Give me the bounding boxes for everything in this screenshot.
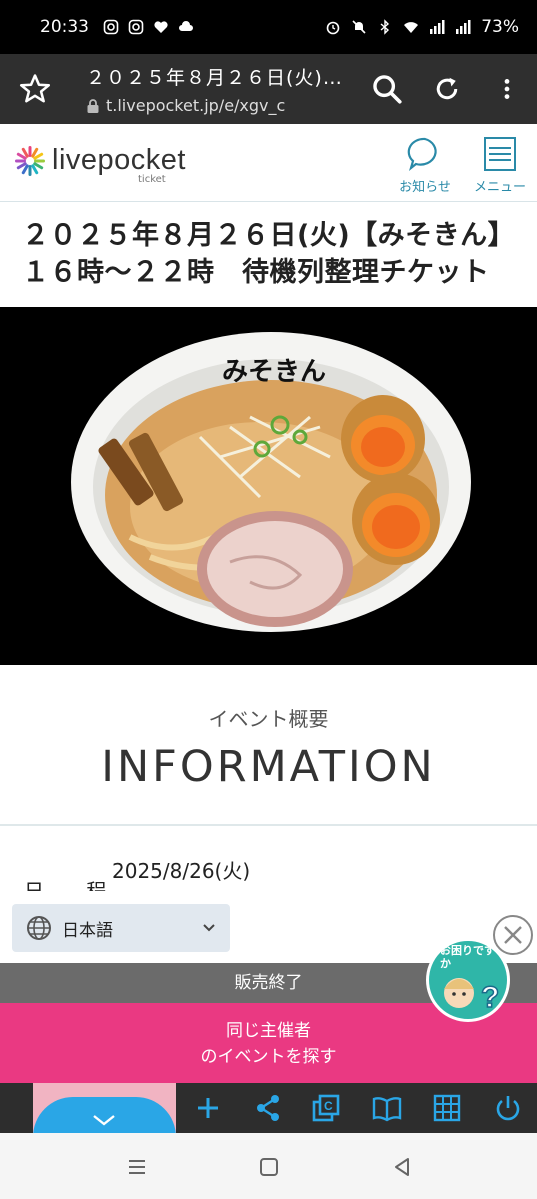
bowl-logo-text: みそきん [222, 357, 327, 387]
status-time: 20:33 [40, 17, 89, 37]
search-button-line1: 同じ主催者 [226, 1021, 311, 1041]
bluetooth-icon [380, 19, 390, 35]
book-icon[interactable] [372, 1093, 402, 1123]
chevron-down-icon [203, 924, 215, 932]
home-icon[interactable] [257, 1155, 281, 1179]
menu-button[interactable]: メニュー [468, 136, 532, 195]
status-left-icons [103, 19, 194, 35]
event-title-line1: ２０２５年８月２６日(火)【みそきん】 [22, 220, 516, 251]
help-text: お困りですか [440, 944, 495, 970]
browser-page-title[interactable]: ２０２５年８月２６日(火)… [86, 63, 356, 90]
alarm-icon [326, 21, 340, 35]
hamburger-menu-icon [484, 137, 516, 171]
recent-apps-icon[interactable] [125, 1155, 149, 1179]
copy-icon[interactable]: C [311, 1093, 341, 1123]
more-vert-icon[interactable] [494, 72, 520, 106]
svg-text:C: C [324, 1099, 333, 1113]
menu-label: メニュー [473, 180, 526, 195]
event-hero-image: みそきん [0, 307, 537, 665]
event-title-line2: １６時〜２２時 待機列整理チケット [22, 257, 490, 288]
power-icon[interactable] [493, 1093, 523, 1123]
status-bar: 20:33 73% [0, 0, 537, 54]
battery-percent: 73% [481, 17, 519, 37]
info-heading: INFORMATION [101, 742, 436, 792]
site-header: livepocket ticket お知らせ メニュー [0, 124, 537, 202]
ad-banner-thumbnail[interactable] [33, 1083, 176, 1133]
share-icon[interactable] [253, 1093, 283, 1123]
language-select[interactable]: 日本語 [12, 904, 230, 952]
instagram-icon [128, 19, 144, 35]
event-title: ２０２５年８月２６日(火)【みそきん】 １６時〜２２時 待機列整理チケット [0, 203, 537, 307]
chevron-down-icon [93, 1115, 115, 1126]
globe-icon [27, 916, 51, 940]
schedule-value: 2025/8/26(火) [112, 859, 251, 883]
instagram-icon [103, 19, 119, 35]
news-label: お知らせ [399, 180, 451, 195]
add-tab-icon[interactable] [193, 1093, 223, 1123]
url-text: t.livepocket.jp/e/xgv_c [106, 96, 286, 115]
grid-icon[interactable] [432, 1093, 462, 1123]
reload-icon[interactable] [432, 72, 462, 106]
logo-subtext: ticket [138, 174, 166, 185]
status-right-icons: 73% [325, 17, 519, 37]
signal-icon [430, 20, 445, 34]
logo-text: livepocket [52, 144, 186, 176]
information-section-heading: イベント概要 INFORMATION [0, 665, 537, 825]
url-bar[interactable]: t.livepocket.jp/e/xgv_c [86, 96, 285, 115]
system-navigation-bar [0, 1133, 537, 1199]
bookmark-star-icon[interactable] [18, 72, 52, 106]
search-button-line2: のイベントを探す [200, 1047, 337, 1067]
info-subheading: イベント概要 [208, 707, 329, 731]
speech-bubble-icon [407, 137, 437, 172]
logo-flower-icon [15, 145, 45, 176]
language-selected: 日本語 [62, 920, 113, 941]
signal-icon [456, 20, 471, 34]
wifi-icon [404, 22, 419, 33]
cloud-icon [179, 21, 193, 31]
news-button[interactable]: お知らせ [394, 136, 456, 195]
mute-icon [352, 20, 366, 34]
browser-bar: ２０２５年８月２６日(火)… t.livepocket.jp/e/xgv_c [0, 54, 537, 124]
site-logo[interactable]: livepocket [14, 144, 186, 177]
svg-text:?: ? [481, 981, 499, 1014]
heart-icon [154, 21, 168, 33]
section-divider [0, 824, 537, 826]
search-icon[interactable] [370, 72, 404, 106]
browser-toolbar: C [0, 1083, 537, 1133]
back-icon[interactable] [390, 1155, 414, 1179]
lock-icon [87, 98, 99, 113]
